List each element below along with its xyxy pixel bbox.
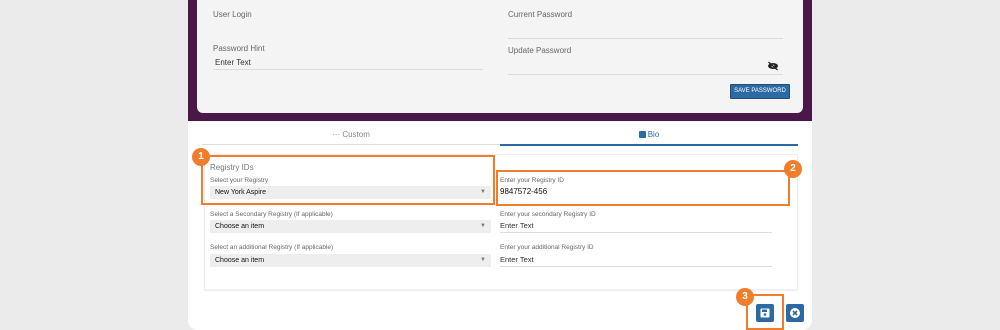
password-hint-underline <box>213 69 483 70</box>
account-panel: User Login Current Password Password Hin… <box>197 0 803 113</box>
update-password-field[interactable] <box>508 74 783 75</box>
background-right <box>812 0 1000 330</box>
id-card-icon <box>638 131 646 138</box>
callout-badge-1: 1 <box>192 148 210 166</box>
secondary-registry-label: Select a Secondary Registry (If applicab… <box>210 211 333 218</box>
callout-box-2 <box>496 170 790 206</box>
close-circle-icon <box>790 308 800 318</box>
tab-custom[interactable]: ··· Custom <box>202 128 500 145</box>
password-hint-label: Password Hint <box>213 44 265 53</box>
current-password-label: Current Password <box>508 10 573 19</box>
callout-badge-2: 2 <box>784 160 802 178</box>
password-hint-input[interactable]: Enter Text <box>215 58 251 67</box>
user-login-label: User Login <box>213 10 252 19</box>
update-password-label: Update Password <box>508 46 572 55</box>
account-section: User Login Current Password Password Hin… <box>188 0 812 121</box>
secondary-registry-id-label: Enter your secondary Registry ID <box>500 211 596 218</box>
caret-down-icon: ▼ <box>480 223 486 229</box>
caret-down-icon: ▼ <box>480 257 486 263</box>
additional-registry-select[interactable]: Choose an item ▼ <box>210 254 491 267</box>
eye-slash-icon[interactable] <box>767 61 779 71</box>
additional-registry-value: Choose an item <box>215 257 265 264</box>
additional-registry-id-underline <box>500 266 772 267</box>
secondary-registry-id-underline <box>500 232 772 233</box>
secondary-registry-id-input[interactable]: Enter Text <box>500 221 534 230</box>
additional-registry-id-label: Enter your additional Registry ID <box>500 244 594 251</box>
secondary-registry-select[interactable]: Choose an item ▼ <box>210 220 491 233</box>
callout-badge-3: 3 <box>736 288 754 306</box>
tab-bio[interactable]: Bio <box>500 128 798 146</box>
additional-registry-id-input[interactable]: Enter Text <box>500 255 534 264</box>
background-left <box>0 0 188 330</box>
additional-registry-label: Select an additional Registry (If applic… <box>210 244 334 251</box>
close-button[interactable] <box>786 304 804 322</box>
save-password-button[interactable]: SAVE PASSWORD <box>730 84 790 99</box>
tab-bio-label: Bio <box>647 130 660 139</box>
secondary-registry-value: Choose an item <box>215 223 265 230</box>
tab-bar: ··· Custom Bio <box>202 128 798 146</box>
current-password-field[interactable] <box>508 38 783 39</box>
callout-box-1 <box>201 155 495 205</box>
